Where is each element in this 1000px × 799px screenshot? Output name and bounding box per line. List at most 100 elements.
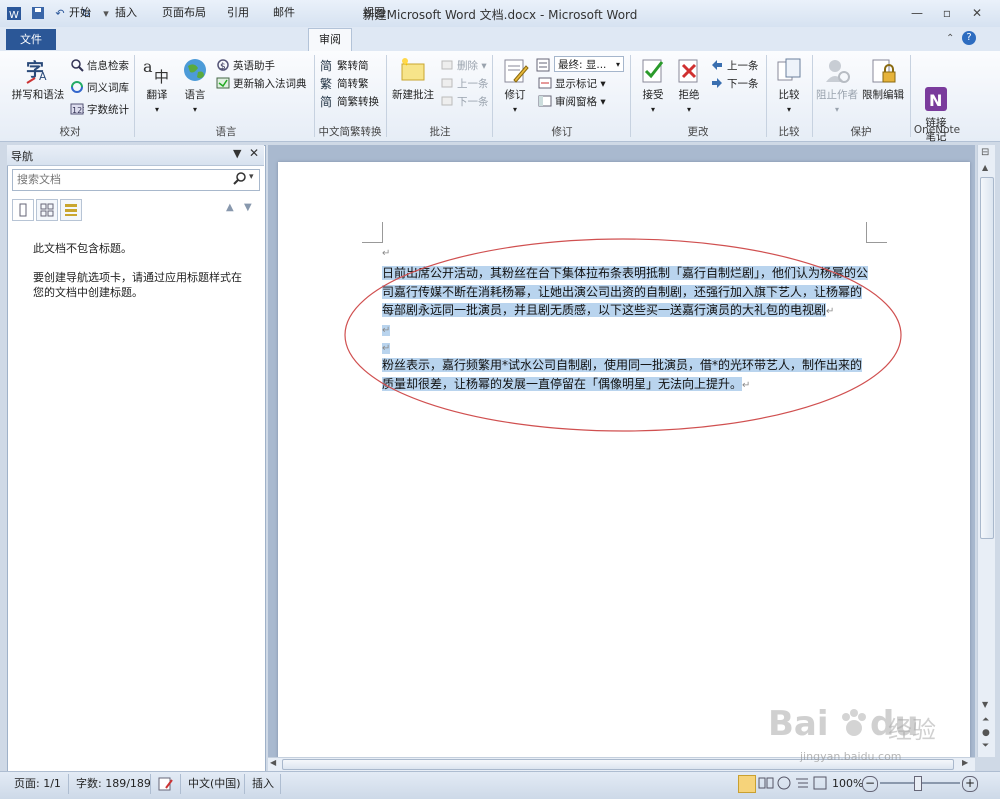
track-changes-button[interactable]: 修订 ▾ bbox=[498, 56, 532, 117]
watermark-chinese: 经验 bbox=[888, 716, 936, 744]
globe-icon bbox=[180, 56, 210, 86]
search-document-field[interactable]: ▾ bbox=[12, 169, 260, 191]
tab-review[interactable]: 审阅 bbox=[308, 28, 352, 53]
wordcount-button[interactable]: 123字数统计 bbox=[70, 102, 129, 118]
translate-button[interactable]: a中 翻译 ▾ bbox=[140, 56, 174, 117]
ribbon-separator bbox=[386, 55, 387, 137]
group-label-language: 语言 bbox=[215, 126, 237, 138]
ribbon-separator bbox=[492, 55, 493, 137]
svg-text:a: a bbox=[143, 57, 153, 76]
previous-heading-icon[interactable]: ▲ bbox=[226, 202, 234, 213]
tab-insert[interactable]: 插入 bbox=[108, 2, 144, 23]
next-change-button[interactable]: 下一条 bbox=[710, 76, 759, 92]
full-screen-reading-view-icon[interactable] bbox=[758, 775, 774, 791]
restrict-editing-icon bbox=[868, 56, 898, 86]
tab-home[interactable]: 开始 bbox=[62, 2, 98, 23]
close-icon[interactable]: ✕ bbox=[964, 4, 990, 22]
next-heading-icon[interactable]: ▼ bbox=[244, 202, 252, 213]
window-title: 新建Microsoft Word 文档.docx - Microsoft Wor… bbox=[362, 8, 638, 22]
display-for-review-icon bbox=[536, 58, 554, 72]
browse-headings-tab[interactable] bbox=[12, 199, 34, 221]
proofing-status-icon[interactable] bbox=[158, 776, 174, 792]
tab-file[interactable]: 文件 bbox=[6, 29, 56, 50]
accept-icon bbox=[638, 56, 668, 86]
insert-mode-status[interactable]: 插入 bbox=[252, 776, 274, 792]
language-button[interactable]: 语言 ▾ bbox=[178, 56, 212, 117]
new-comment-button[interactable]: 新建批注 bbox=[390, 56, 436, 102]
search-document-input[interactable] bbox=[15, 171, 227, 187]
scroll-down-icon[interactable]: ▼ bbox=[982, 700, 988, 709]
page-number-status[interactable]: 页面: 1/1 bbox=[14, 776, 61, 792]
previous-page-icon[interactable]: ⏶ bbox=[982, 715, 989, 725]
zoom-level[interactable]: 100% bbox=[832, 776, 863, 792]
browse-results-tab[interactable] bbox=[60, 199, 82, 221]
tab-references[interactable]: 引用 bbox=[220, 2, 256, 23]
scroll-right-icon[interactable]: ▶ bbox=[962, 758, 968, 767]
print-layout-view-icon[interactable] bbox=[738, 775, 756, 793]
browse-pages-tab[interactable] bbox=[36, 199, 58, 221]
ruler-toggle-icon[interactable]: ⊟ bbox=[981, 147, 989, 158]
vertical-scrollbar[interactable]: ⊟ ▲ ▼ ⏶ ● ⏷ bbox=[977, 145, 995, 757]
select-browse-object-icon[interactable]: ● bbox=[982, 728, 990, 738]
ime-dictionary-icon bbox=[216, 76, 230, 90]
collapse-ribbon-icon[interactable]: ⌃ bbox=[946, 33, 954, 44]
dropdown-arrow-icon: ▾ bbox=[192, 105, 197, 114]
next-change-icon bbox=[710, 76, 724, 90]
vertical-scroll-thumb[interactable] bbox=[980, 177, 994, 539]
accept-button[interactable]: 接受 ▾ bbox=[636, 56, 670, 117]
english-assistant-button[interactable]: $ 英语助手 bbox=[216, 58, 275, 74]
new-comment-icon bbox=[398, 56, 428, 86]
reject-button[interactable]: 拒绝 ▾ bbox=[672, 56, 706, 117]
next-comment-button[interactable]: 下一条 bbox=[440, 94, 489, 110]
group-label-compare: 比较 bbox=[778, 126, 800, 138]
wordcount-icon: 123 bbox=[70, 102, 87, 116]
thesaurus-button[interactable]: 同义词库 bbox=[70, 80, 129, 96]
block-authors-button[interactable]: 阻止作者 ▾ bbox=[816, 56, 858, 117]
previous-change-icon bbox=[710, 58, 724, 72]
tab-layout[interactable]: 页面布局 bbox=[156, 2, 212, 23]
search-options-dropdown-icon[interactable]: ▾ bbox=[249, 172, 254, 182]
convert-button[interactable]: 简简繁转换 bbox=[320, 94, 379, 110]
spelling-button[interactable]: 字A 拼写和语法 bbox=[10, 56, 66, 102]
to-simplified-button[interactable]: 简繁转简 bbox=[320, 58, 369, 74]
word-count-status[interactable]: 字数: 189/189 bbox=[76, 776, 151, 792]
tab-mailings[interactable]: 邮件 bbox=[266, 2, 302, 23]
dropdown-arrow-icon: ▾ bbox=[512, 105, 517, 114]
outline-view-icon[interactable] bbox=[794, 775, 810, 791]
scroll-left-icon[interactable]: ◀ bbox=[270, 758, 276, 767]
compare-button[interactable]: 比较 ▾ bbox=[772, 56, 806, 117]
review-pane-button[interactable]: 审阅窗格 ▾ bbox=[538, 94, 606, 110]
group-label-proofing: 校对 bbox=[59, 126, 81, 138]
to-traditional-button[interactable]: 繁简转繁 bbox=[320, 76, 369, 92]
tab-view[interactable]: 视图 bbox=[356, 2, 392, 23]
update-ime-button[interactable]: 更新输入法词典 bbox=[216, 76, 307, 92]
zoom-out-icon[interactable]: − bbox=[862, 776, 878, 792]
delete-comment-icon bbox=[440, 58, 454, 72]
paw-icon bbox=[842, 709, 866, 736]
show-markup-icon bbox=[538, 76, 552, 90]
pane-options-icon[interactable]: ▼ bbox=[233, 147, 241, 160]
previous-comment-button[interactable]: 上一条 bbox=[440, 76, 489, 92]
restrict-editing-button[interactable]: 限制编辑 bbox=[860, 56, 906, 102]
draft-view-icon[interactable] bbox=[812, 775, 828, 791]
group-label-tracking: 修订 bbox=[551, 126, 573, 138]
research-button[interactable]: 信息检索 bbox=[70, 58, 129, 74]
close-pane-icon[interactable]: ✕ bbox=[249, 146, 259, 160]
previous-change-button[interactable]: 上一条 bbox=[710, 58, 759, 74]
delete-comment-button[interactable]: 删除 ▾ bbox=[440, 58, 487, 74]
status-separator bbox=[150, 774, 151, 794]
minimize-icon[interactable]: — bbox=[904, 4, 930, 22]
restore-icon[interactable]: ▫ bbox=[934, 4, 960, 22]
scroll-up-icon[interactable]: ▲ bbox=[982, 163, 988, 172]
compare-icon bbox=[774, 56, 804, 86]
language-status[interactable]: 中文(中国) bbox=[188, 776, 241, 792]
search-icon[interactable] bbox=[233, 171, 247, 188]
zoom-in-icon[interactable]: + bbox=[962, 776, 978, 792]
show-markup-button[interactable]: 显示标记 ▾ bbox=[538, 76, 606, 92]
web-layout-view-icon[interactable] bbox=[776, 775, 792, 791]
next-page-icon[interactable]: ⏷ bbox=[982, 741, 989, 751]
status-separator bbox=[68, 774, 69, 794]
display-for-review-select[interactable]: 最终: 显... ▾ bbox=[554, 56, 624, 72]
zoom-slider-thumb[interactable] bbox=[914, 776, 922, 791]
help-icon[interactable]: ? bbox=[962, 31, 976, 45]
